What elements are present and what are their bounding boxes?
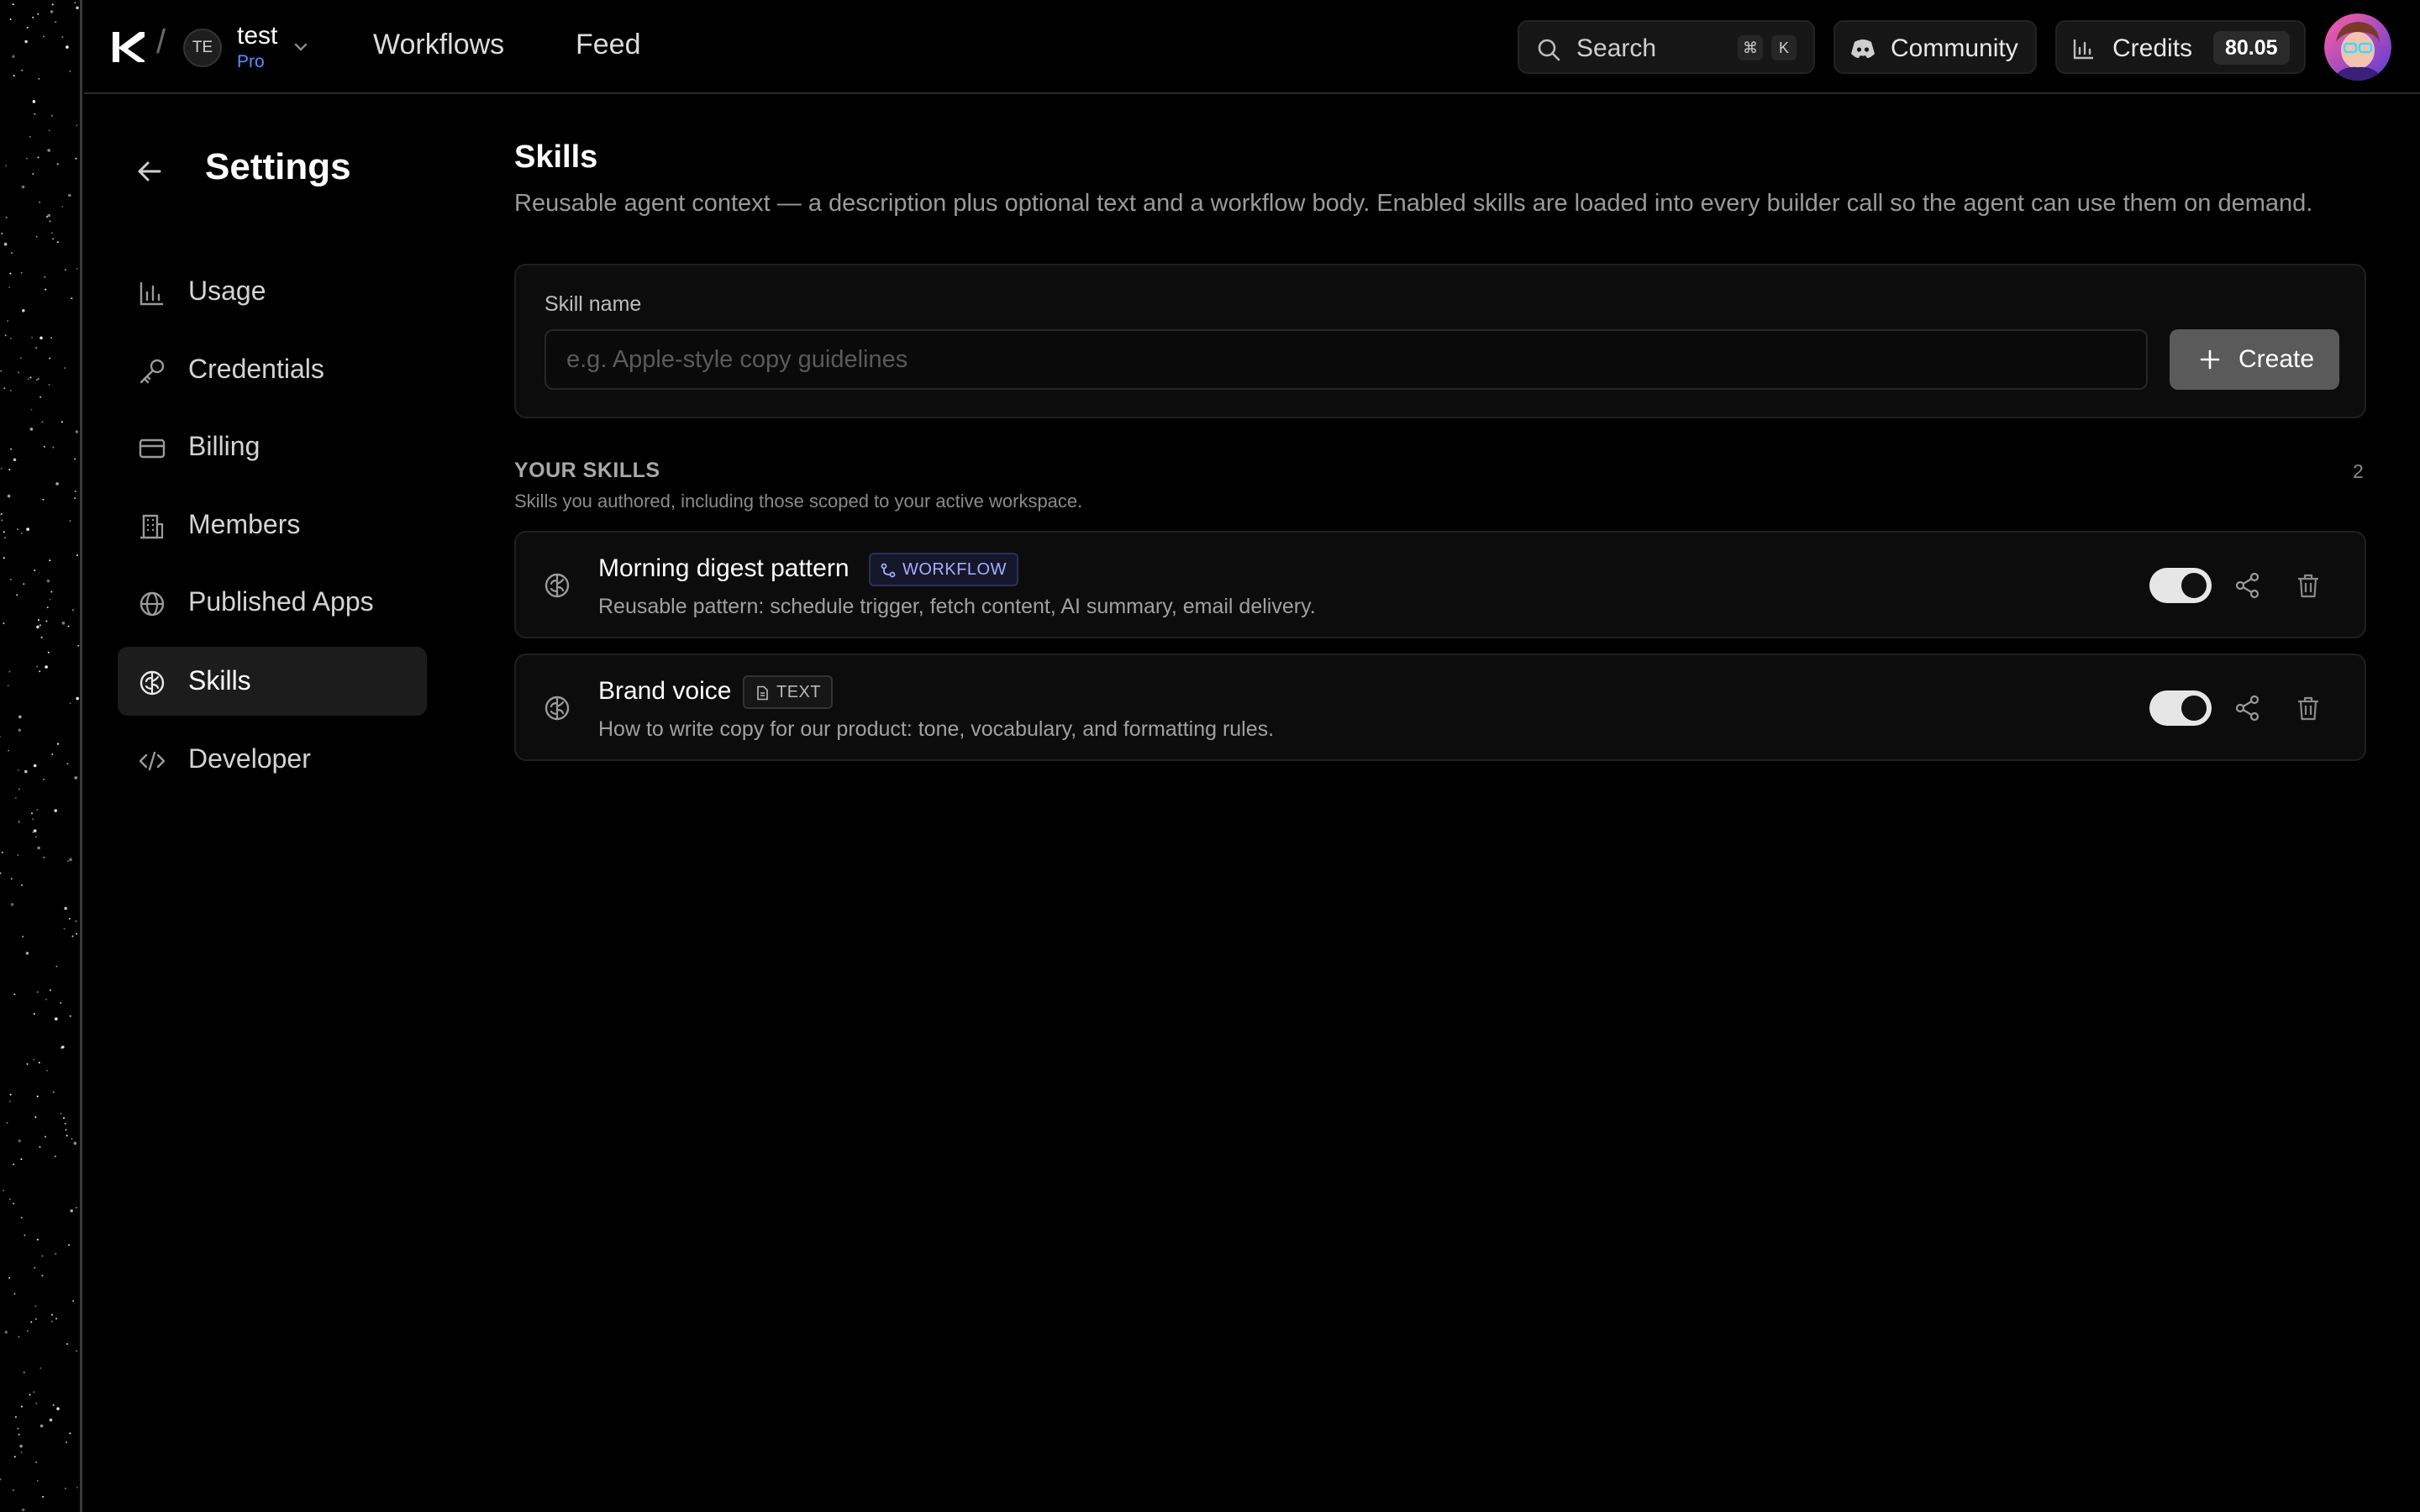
skill-card[interactable]: Morning digest pattern WORKFLOW Reusable… <box>514 531 2366 638</box>
create-button-label: Create <box>2238 345 2315 373</box>
page-description: Reusable agent context — a description p… <box>514 190 2313 217</box>
toggle-knob <box>2181 696 2207 721</box>
sidebar-item-label: Credentials <box>188 354 324 384</box>
nav-workflows-link[interactable]: Workflows <box>373 29 504 61</box>
settings-title: Settings <box>205 146 351 187</box>
code-icon <box>139 751 166 771</box>
building-icon <box>140 514 164 539</box>
community-button[interactable]: Community <box>1833 20 2037 74</box>
sidebar-item-members[interactable]: Members <box>118 491 427 559</box>
skill-description: How to write copy for our product: tone,… <box>598 717 1275 741</box>
credits-label: Credits <box>2112 34 2193 62</box>
credits-button[interactable]: Credits 80.05 <box>2055 20 2306 74</box>
section-subtitle: Skills you authored, including those sco… <box>514 491 1083 512</box>
community-label: Community <box>1891 34 2018 62</box>
sidebar-item-credentials[interactable]: Credentials <box>118 335 427 404</box>
skill-card[interactable]: Brand voice TEXT How to write copy for o… <box>514 654 2366 761</box>
skill-name: Morning digest pattern <box>598 554 850 582</box>
section-title: YOUR SKILLS <box>514 459 660 482</box>
sidebar-item-billing[interactable]: Billing <box>118 412 427 481</box>
sidebar-item-label: Usage <box>188 276 266 306</box>
discord-icon <box>1851 39 1875 58</box>
search-label: Search <box>1576 34 1657 62</box>
create-button[interactable]: Create <box>2170 329 2339 390</box>
bar-chart-icon <box>2073 39 2093 60</box>
workspace-name[interactable]: test <box>237 22 277 50</box>
sidebar-item-label: Skills <box>188 665 251 696</box>
chart-icon <box>139 282 163 306</box>
sidebar-item-label: Members <box>188 509 301 539</box>
brain-icon <box>544 573 570 598</box>
skill-type-badge: TEXT <box>743 675 834 709</box>
user-avatar[interactable] <box>2324 13 2391 81</box>
skill-description: Reusable pattern: schedule trigger, fetc… <box>598 595 1316 618</box>
shortcut-mod-key: ⌘ <box>1738 35 1763 60</box>
create-skill-card: Skill name Create <box>514 264 2366 418</box>
skill-type-label: TEXT <box>776 683 822 701</box>
breadcrumb-separator: / <box>156 24 166 60</box>
search-icon <box>1538 39 1560 61</box>
shortcut-letter-key: K <box>1771 35 1797 60</box>
app-window: / TE test Pro Workflows Feed Search ⌘ K … <box>84 0 2420 1512</box>
chevron-down-icon[interactable] <box>291 37 311 57</box>
sidebar-item-published-apps[interactable]: Published Apps <box>118 568 427 637</box>
top-bar: / TE test Pro Workflows Feed Search ⌘ K … <box>84 0 2420 94</box>
skills-count: 2 <box>2353 460 2364 482</box>
skill-type-badge: WORKFLOW <box>869 553 1018 586</box>
share-icon[interactable] <box>2233 571 2262 600</box>
starfield-decoration <box>0 0 82 1512</box>
logo-icon[interactable] <box>109 29 146 66</box>
brain-icon <box>544 696 570 721</box>
workspace-avatar[interactable]: TE <box>183 29 222 67</box>
sidebar-item-skills[interactable]: Skills <box>118 647 427 716</box>
nav-feed-link[interactable]: Feed <box>576 29 641 61</box>
credits-value: 80.05 <box>2213 31 2290 65</box>
globe-icon <box>139 591 165 617</box>
skill-name: Brand voice <box>598 677 732 705</box>
workflow-icon <box>881 563 896 578</box>
skill-enabled-toggle[interactable] <box>2149 568 2212 603</box>
sidebar-item-developer[interactable]: Developer <box>118 725 427 794</box>
workspace-plan-badge: Pro <box>237 52 265 71</box>
skill-enabled-toggle[interactable] <box>2149 690 2212 726</box>
sidebar-item-label: Billing <box>188 431 260 461</box>
trash-icon[interactable] <box>2294 694 2323 722</box>
document-icon <box>757 685 768 701</box>
sidebar-item-label: Developer <box>188 743 311 774</box>
search-button[interactable]: Search ⌘ K <box>1518 20 1815 74</box>
skill-name-label: Skill name <box>544 292 642 316</box>
sidebar-item-usage[interactable]: Usage <box>118 257 427 326</box>
trash-icon[interactable] <box>2294 571 2323 600</box>
sidebar-item-label: Published Apps <box>188 586 374 617</box>
share-icon[interactable] <box>2233 694 2262 722</box>
key-icon <box>139 359 165 384</box>
toggle-knob <box>2181 573 2207 598</box>
back-arrow-icon[interactable] <box>133 155 166 188</box>
page-title: Skills <box>514 139 598 175</box>
card-icon <box>139 438 166 459</box>
plus-icon <box>2200 349 2220 370</box>
skill-name-input[interactable] <box>544 329 2148 390</box>
skill-type-label: WORKFLOW <box>902 560 1007 579</box>
brain-icon <box>139 670 165 696</box>
